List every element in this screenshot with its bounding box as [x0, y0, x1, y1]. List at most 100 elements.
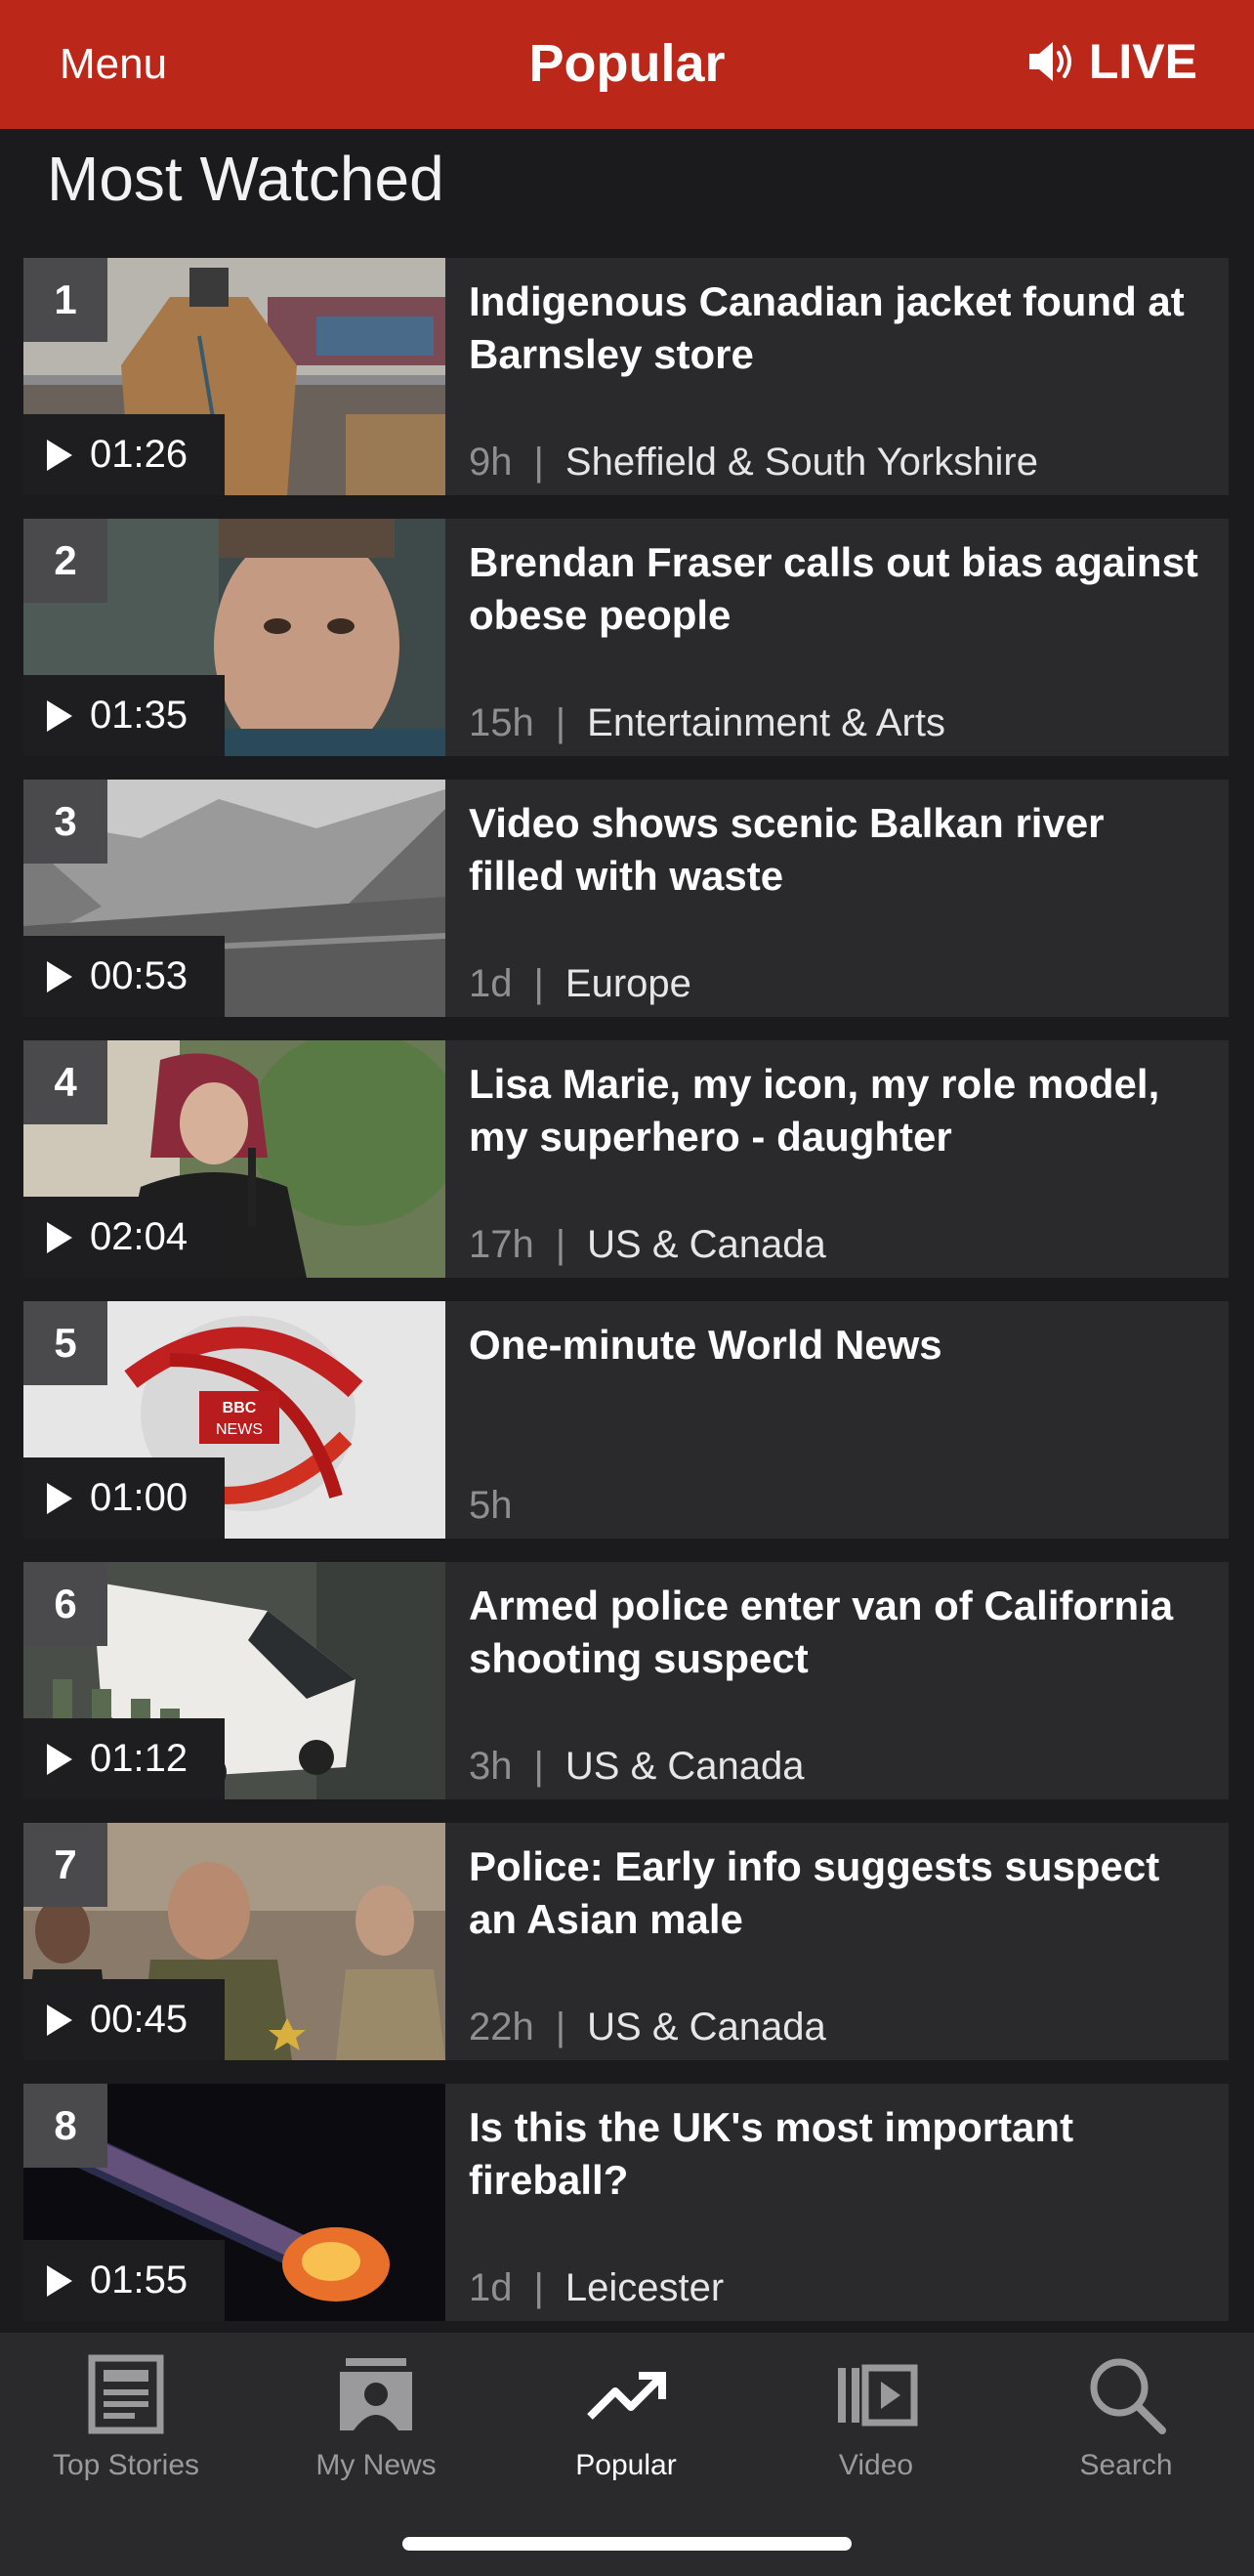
timestamp: 17h: [469, 1223, 534, 1266]
item-info: Lisa Marie, my icon, my role model, my s…: [445, 1040, 1229, 1278]
video-thumbnail[interactable]: 4 02:04: [23, 1040, 445, 1278]
search-icon: [1090, 2358, 1166, 2434]
section-title: Most Watched: [47, 144, 444, 214]
duration-label: 02:04: [90, 1215, 188, 1258]
headline[interactable]: Is this the UK's most important fireball…: [469, 2101, 1205, 2207]
tab-label: My News: [315, 2449, 437, 2481]
meta-separator: |: [533, 441, 544, 484]
topic-link[interactable]: Entertainment & Arts: [587, 699, 945, 746]
live-button[interactable]: LIVE: [1026, 29, 1197, 94]
video-thumbnail[interactable]: 6 01:12: [23, 1562, 445, 1799]
play-icon: [47, 2264, 72, 2297]
rank-badge: 3: [23, 780, 107, 864]
list-item[interactable]: 7 00:45 Police: Early info suggests susp…: [23, 1823, 1229, 2060]
item-meta: 9h | Sheffield & South Yorkshire: [469, 439, 1038, 486]
speaker-icon: [1028, 42, 1071, 81]
home-indicator[interactable]: [402, 2537, 852, 2551]
timestamp: 9h: [469, 441, 513, 484]
topic-link[interactable]: US & Canada: [565, 1743, 805, 1790]
headline[interactable]: Video shows scenic Balkan river filled w…: [469, 797, 1205, 903]
duration-label: 01:26: [90, 433, 188, 476]
list-item[interactable]: 8 01:55 Is this the UK's most important …: [23, 2084, 1229, 2321]
play-icon: [47, 1482, 72, 1514]
video-thumbnail[interactable]: 8 01:55: [23, 2084, 445, 2321]
list-item[interactable]: 4 02:04 Lisa Marie, my icon, my role mod…: [23, 1040, 1229, 1278]
tab-label: Top Stories: [52, 2449, 200, 2481]
topic-link[interactable]: Europe: [565, 960, 691, 1007]
live-label: LIVE: [1088, 34, 1197, 89]
list-item[interactable]: 1 01:26 Indigenous Canadian jacket found…: [23, 258, 1229, 495]
list-item[interactable]: 2 01:35 Brendan Fraser calls out bias ag…: [23, 519, 1229, 756]
headline[interactable]: Brendan Fraser calls out bias against ob…: [469, 536, 1205, 642]
video-thumbnail[interactable]: 3 00:53: [23, 780, 445, 1017]
topic-link[interactable]: US & Canada: [587, 1221, 826, 1268]
thumb-logo-bbc: BBC: [223, 1400, 257, 1416]
duration-label: 00:53: [90, 954, 188, 997]
play-icon: [47, 1221, 72, 1253]
person-news-icon: [340, 2358, 412, 2430]
duration-badge: 02:04: [23, 1197, 225, 1278]
newspaper-icon: [88, 2354, 164, 2434]
rank-badge: 5: [23, 1301, 107, 1385]
duration-badge: 01:12: [23, 1718, 225, 1799]
item-info: Video shows scenic Balkan river filled w…: [445, 780, 1229, 1017]
tab-search[interactable]: Search: [1001, 2350, 1251, 2483]
list-item[interactable]: 6 01:12 Armed police enter van of Califo…: [23, 1562, 1229, 1799]
tab-label: Search: [1079, 2449, 1173, 2481]
item-meta: 15h | Entertainment & Arts: [469, 699, 945, 746]
meta-separator: |: [555, 2006, 566, 2048]
duration-label: 01:12: [90, 1737, 188, 1780]
list-item[interactable]: 3 00:53 Video shows scenic Balkan river …: [23, 780, 1229, 1017]
timestamp: 5h: [469, 1484, 513, 1527]
play-icon: [47, 1743, 72, 1775]
tab-label: Popular: [575, 2449, 677, 2481]
item-meta: 22h | US & Canada: [469, 2004, 826, 2050]
video-thumbnail[interactable]: 7 00:45: [23, 1823, 445, 2060]
thumb-logo-news: NEWS: [216, 1421, 263, 1438]
menu-button[interactable]: Menu: [60, 39, 167, 90]
video-icon: [838, 2364, 918, 2427]
item-info: One-minute World News 5h: [445, 1301, 1229, 1539]
play-icon: [47, 439, 72, 471]
tab-label: Video: [838, 2449, 914, 2481]
list-item[interactable]: BBC NEWS 5 01:00 One-minute World News 5…: [23, 1301, 1229, 1539]
timestamp: 15h: [469, 701, 534, 744]
play-icon: [47, 960, 72, 992]
timestamp: 22h: [469, 2006, 534, 2048]
headline[interactable]: One-minute World News: [469, 1319, 1205, 1372]
meta-separator: |: [533, 2266, 544, 2309]
item-meta: 17h | US & Canada: [469, 1221, 826, 1268]
play-icon: [47, 699, 72, 732]
meta-separator: |: [533, 962, 544, 1005]
play-icon: [47, 2004, 72, 2036]
timestamp: 1d: [469, 2266, 513, 2309]
tab-my-news[interactable]: My News: [251, 2350, 501, 2483]
item-info: Indigenous Canadian jacket found at Barn…: [445, 258, 1229, 495]
headline[interactable]: Armed police enter van of California sho…: [469, 1580, 1205, 1685]
top-bar: Menu Popular LIVE: [0, 0, 1254, 129]
headline[interactable]: Indigenous Canadian jacket found at Barn…: [469, 275, 1205, 381]
topic-link[interactable]: US & Canada: [587, 2004, 826, 2050]
tab-top-stories[interactable]: Top Stories: [1, 2350, 251, 2483]
meta-separator: |: [533, 1745, 544, 1788]
video-thumbnail[interactable]: 2 01:35: [23, 519, 445, 756]
rank-badge: 8: [23, 2084, 107, 2168]
tab-popular[interactable]: Popular: [501, 2350, 751, 2483]
topic-link[interactable]: Sheffield & South Yorkshire: [565, 439, 1038, 486]
rank-badge: 1: [23, 258, 107, 342]
headline[interactable]: Lisa Marie, my icon, my role model, my s…: [469, 1058, 1205, 1163]
topic-link[interactable]: Leicester: [565, 2264, 724, 2311]
headline[interactable]: Police: Early info suggests suspect an A…: [469, 1840, 1205, 1946]
item-info: Is this the UK's most important fireball…: [445, 2084, 1229, 2321]
rank-badge: 6: [23, 1562, 107, 1646]
video-thumbnail[interactable]: 1 01:26: [23, 258, 445, 495]
video-thumbnail[interactable]: BBC NEWS 5 01:00: [23, 1301, 445, 1539]
duration-badge: 01:55: [23, 2240, 225, 2321]
trending-icon: [587, 2372, 666, 2420]
duration-badge: 01:26: [23, 414, 225, 495]
duration-badge: 01:35: [23, 675, 225, 756]
item-meta: 5h: [469, 1482, 513, 1529]
meta-separator: |: [555, 701, 566, 744]
video-list: 1 01:26 Indigenous Canadian jacket found…: [23, 258, 1229, 2344]
tab-video[interactable]: Video: [751, 2350, 1001, 2483]
